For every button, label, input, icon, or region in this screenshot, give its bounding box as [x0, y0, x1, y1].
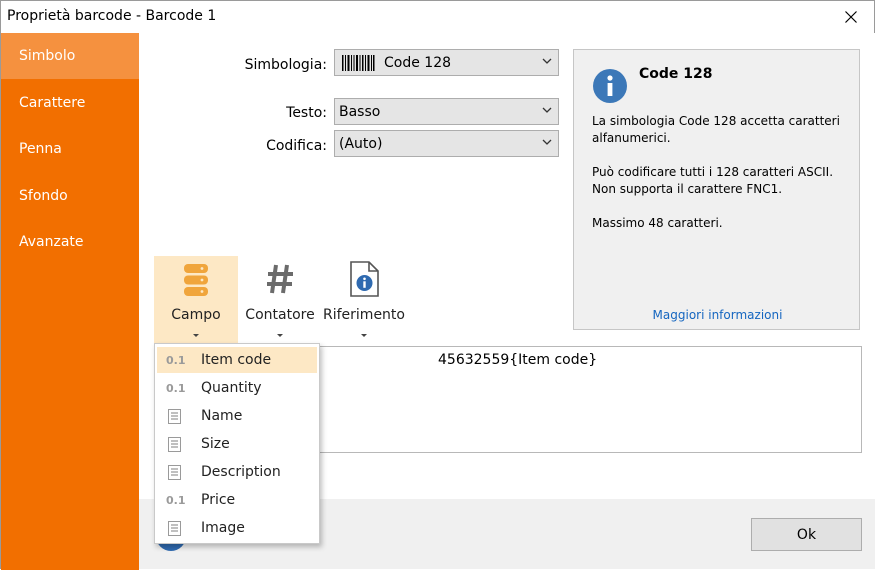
menu-item-price[interactable]: 0.1 Price — [157, 487, 317, 513]
menu-item-quantity[interactable]: 0.1 Quantity — [157, 375, 317, 401]
close-icon — [845, 11, 857, 23]
symbology-label: Simbologia: — [244, 57, 327, 73]
symbology-select[interactable]: Code 128 — [334, 49, 559, 76]
text-position-value: Basso — [339, 103, 381, 120]
numeric-field-icon: 0.1 — [166, 381, 186, 395]
barcode-data-value: 45632559{Item code} — [438, 352, 598, 368]
sidebar-item-avanzate[interactable]: Avanzate — [1, 219, 139, 265]
sidebar-item-simbolo[interactable]: Simbolo — [1, 33, 139, 79]
menu-item-label: Item code — [201, 352, 272, 368]
sidebar-item-label: Simbolo — [19, 48, 76, 64]
field-button-label: Campo — [171, 307, 221, 323]
numeric-field-icon: 0.1 — [166, 353, 186, 367]
numeric-field-icon: 0.1 — [166, 493, 186, 507]
chevron-down-icon — [542, 58, 552, 64]
sidebar-item-carattere[interactable]: Carattere — [1, 80, 139, 126]
database-field-icon — [184, 264, 208, 296]
sidebar-item-label: Penna — [19, 141, 62, 157]
dropdown-arrow-icon — [361, 334, 367, 337]
counter-button-label: Contatore — [245, 307, 315, 323]
sidebar-item-penna[interactable]: Penna — [1, 126, 139, 172]
dropdown-arrow-icon — [193, 334, 199, 337]
chevron-down-icon — [542, 139, 552, 145]
text-position-select[interactable]: Basso — [334, 98, 559, 125]
text-field-icon — [168, 409, 181, 424]
menu-item-label: Image — [201, 520, 245, 536]
more-info-link[interactable]: Maggiori informazioni — [574, 308, 861, 322]
barcode-data-input[interactable]: 45632559{Item code} — [313, 346, 862, 453]
info-ascii-note: Può codificare tutti i 128 caratteri ASC… — [592, 165, 834, 196]
menu-item-item-code[interactable]: 0.1 Item code — [157, 347, 317, 373]
hash-icon — [267, 264, 293, 294]
text-label: Testo: — [286, 105, 327, 121]
encoding-select[interactable]: (Auto) — [334, 130, 559, 157]
text-field-icon — [168, 521, 181, 536]
ok-button[interactable]: Ok — [751, 518, 862, 551]
encoding-label: Codifica: — [266, 138, 327, 154]
close-button[interactable] — [828, 1, 874, 33]
menu-item-image[interactable]: Image — [157, 515, 317, 541]
info-panel: Code 128 La simbologia Code 128 accetta … — [573, 49, 860, 330]
dropdown-arrow-icon — [277, 334, 283, 337]
reference-button[interactable]: Riferimento — [322, 256, 406, 344]
encoding-value: (Auto) — [339, 135, 383, 152]
info-max-length: Massimo 48 caratteri. — [592, 216, 723, 230]
menu-item-description[interactable]: Description — [157, 459, 317, 485]
sidebar-item-label: Sfondo — [19, 188, 68, 204]
info-title: Code 128 — [639, 66, 713, 82]
field-button[interactable]: Campo — [154, 256, 238, 344]
field-dropdown-menu: 0.1 Item code 0.1 Quantity Name Size Des… — [154, 343, 320, 544]
properties-dialog: Proprietà barcode - Barcode 1 Simbolo Ca… — [0, 0, 875, 570]
sidebar-item-label: Carattere — [19, 95, 86, 111]
menu-item-name[interactable]: Name — [157, 403, 317, 429]
barcode-icon — [342, 54, 375, 71]
menu-item-label: Description — [201, 464, 281, 480]
reference-button-label: Riferimento — [323, 307, 405, 323]
text-field-icon — [168, 465, 181, 480]
info-description: La simbologia Code 128 accetta caratteri… — [592, 114, 840, 145]
sidebar-item-label: Avanzate — [19, 234, 84, 250]
window-title: Proprietà barcode - Barcode 1 — [7, 8, 217, 24]
menu-item-label: Name — [201, 408, 243, 424]
info-icon — [593, 69, 627, 103]
counter-button[interactable]: Contatore — [239, 256, 321, 344]
document-info-icon — [350, 261, 379, 297]
sidebar: Simbolo Carattere Penna Sfondo Avanzate — [1, 33, 139, 570]
menu-item-label: Size — [201, 436, 230, 452]
ok-button-label: Ok — [796, 526, 817, 543]
menu-item-size[interactable]: Size — [157, 431, 317, 457]
symbology-value: Code 128 — [384, 54, 452, 71]
text-field-icon — [168, 437, 181, 452]
sidebar-item-sfondo[interactable]: Sfondo — [1, 173, 139, 219]
chevron-down-icon — [542, 107, 552, 113]
menu-item-label: Price — [201, 492, 236, 508]
title-bar: Proprietà barcode - Barcode 1 — [1, 1, 874, 33]
menu-item-label: Quantity — [201, 380, 262, 396]
